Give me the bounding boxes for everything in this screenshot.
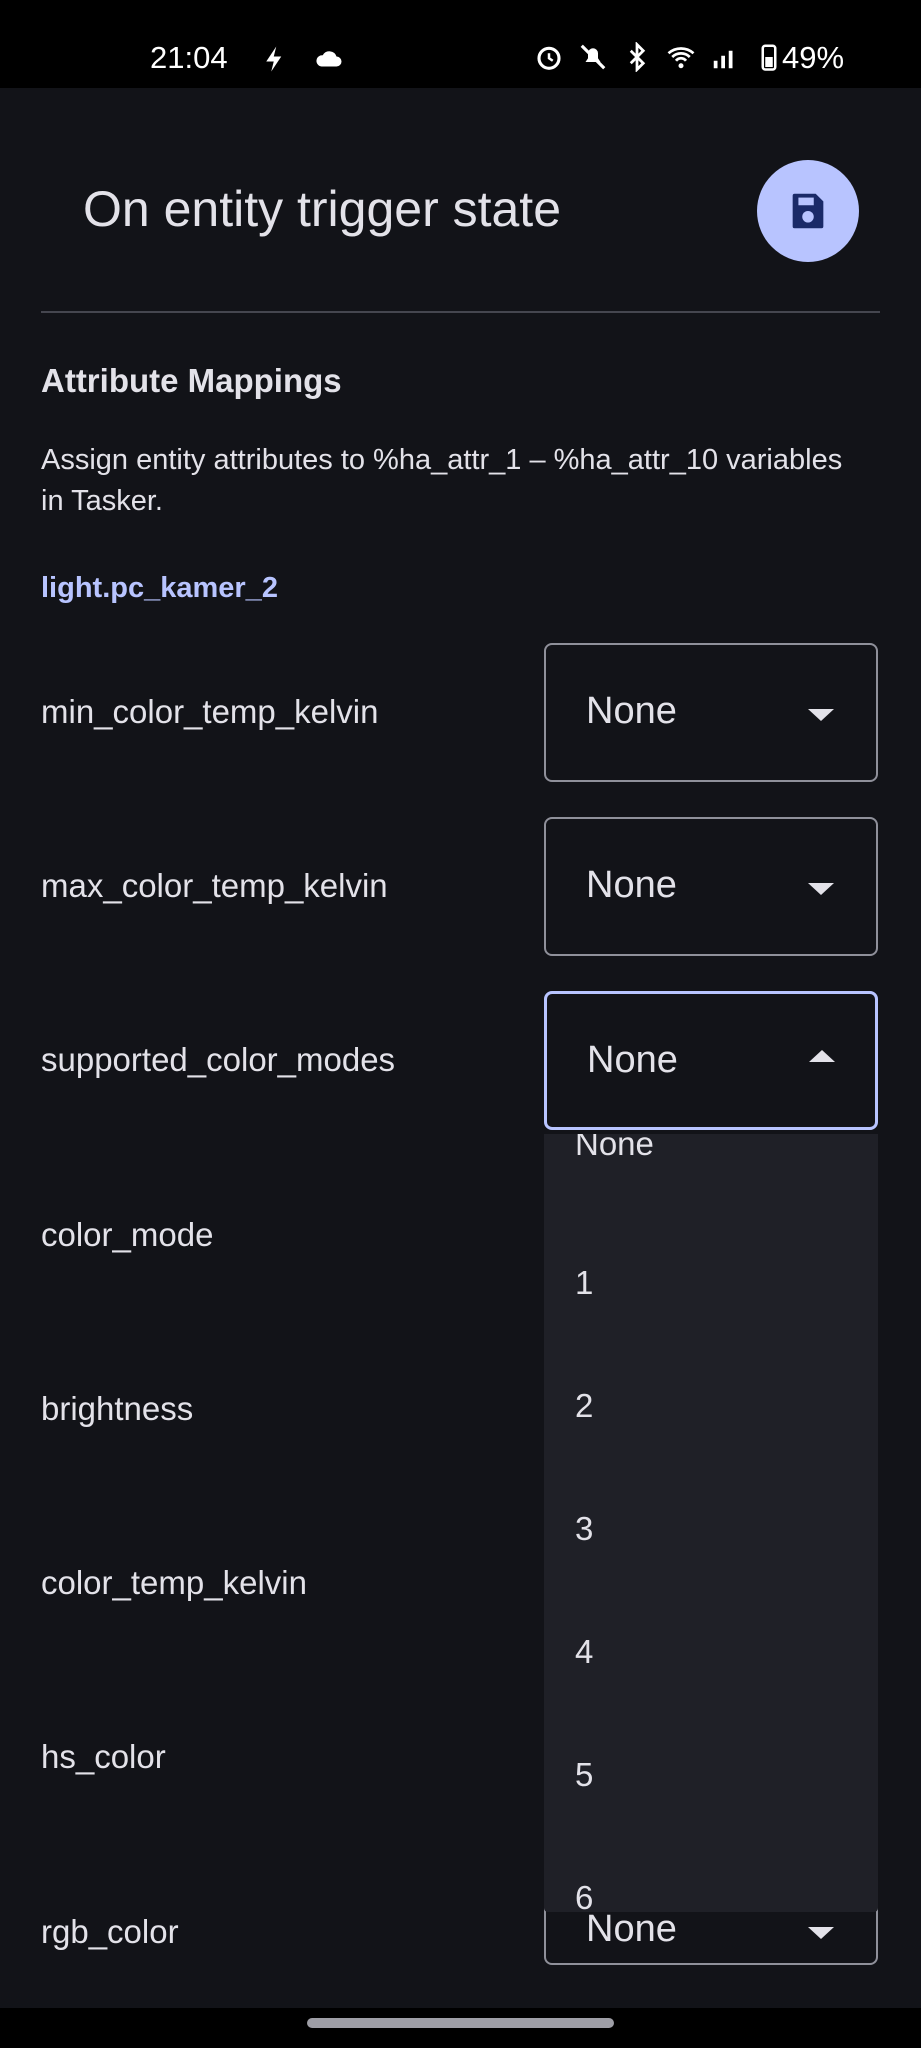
battery-icon [761,44,777,71]
row-label-max-color-temp: max_color_temp_kelvin [41,867,388,904]
menu-item-none[interactable]: None [575,1134,654,1163]
section-title: Attribute Mappings [41,362,342,399]
menu-item-5[interactable]: 5 [575,1756,593,1794]
row-label-color-mode: color_mode [41,1216,214,1253]
dropdown-menu: None 1 2 3 4 5 6 [544,1134,878,1912]
row-label-min-color-temp: min_color_temp_kelvin [41,693,379,730]
status-time: 21:04 [150,40,228,75]
page-title: On entity trigger state [83,181,562,237]
menu-item-1[interactable]: 1 [575,1264,593,1302]
chevron-down-icon [808,883,834,895]
row-label-color-temp-kelvin: color_temp_kelvin [41,1564,307,1601]
status-bar: 21:04 49% [0,0,921,88]
dropdown-value: None [586,864,677,906]
header-divider [41,311,880,313]
signal-icon [713,50,733,69]
section-description: Assign entity attributes to %ha_attr_1 –… [41,444,843,517]
dropdown-value: None [586,690,677,732]
save-button[interactable] [757,160,859,262]
entity-id: light.pc_kamer_2 [41,572,278,604]
chevron-down-icon [808,1927,834,1939]
dropdown-value: None [586,1908,677,1950]
alarm-icon [537,46,561,70]
navigation-bar [0,2008,921,2048]
row-label-supported-color-modes: supported_color_modes [41,1041,396,1078]
menu-item-4[interactable]: 4 [575,1633,593,1671]
cloud-icon [316,51,342,67]
dropdown-value: None [587,1039,678,1081]
row-label-rgb-color: rgb_color [41,1913,179,1950]
chevron-down-icon [808,709,834,721]
dropdown-supported-color-modes[interactable]: None [544,991,878,1130]
chevron-up-icon [809,1050,835,1062]
wifi-icon [667,47,695,69]
save-icon [792,193,824,229]
row-label-hs-color: hs_color [41,1738,166,1775]
row-label-brightness: brightness [41,1390,194,1427]
battery-percent: 49% [782,40,845,75]
menu-item-3[interactable]: 3 [575,1510,593,1548]
bluetooth-icon [629,42,646,72]
menu-item-6[interactable]: 6 [575,1879,593,1912]
dropdown-max-color-temp[interactable]: None [544,817,878,956]
mute-icon [580,44,606,70]
dropdown-min-color-temp[interactable]: None [544,643,878,782]
gesture-handle[interactable] [307,2018,614,2028]
lightning-icon [266,46,282,72]
menu-item-2[interactable]: 2 [575,1387,593,1425]
